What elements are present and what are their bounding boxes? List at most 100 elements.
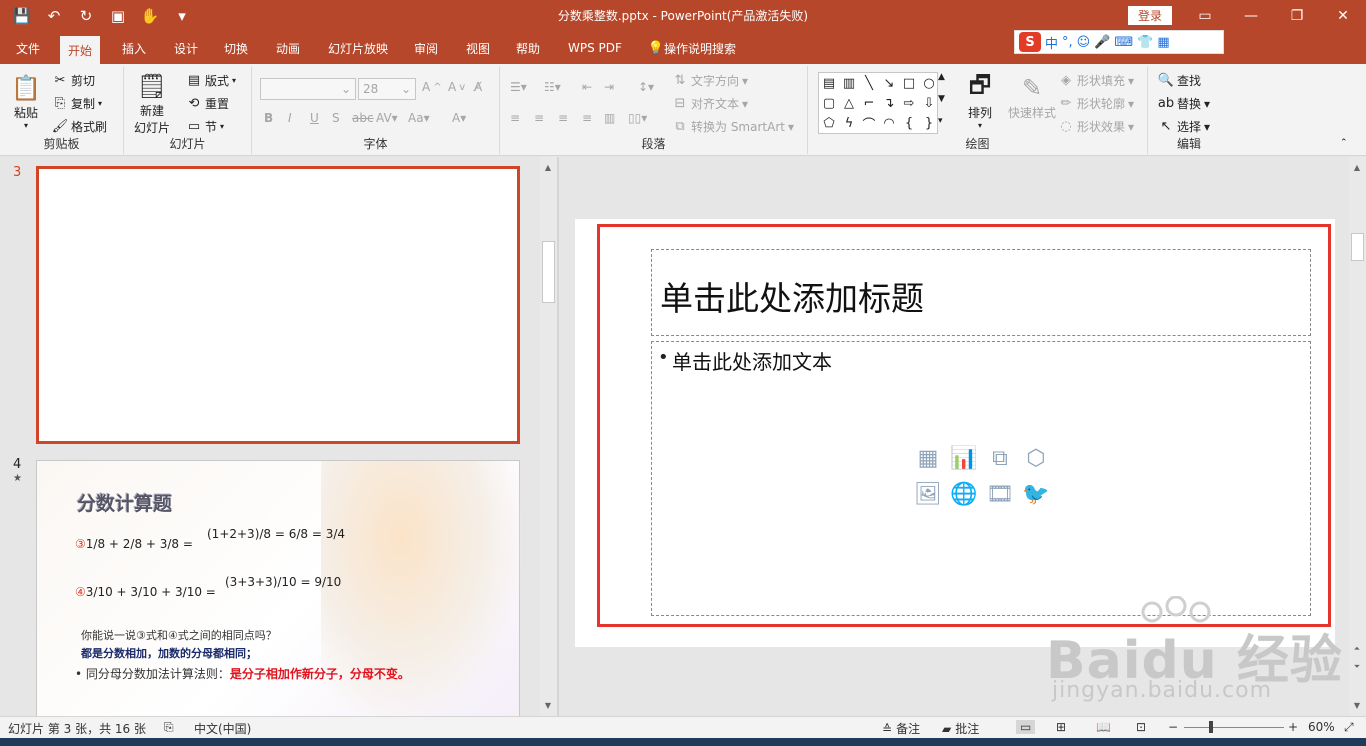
decrease-indent-icon[interactable]: ⇤ [582, 80, 592, 94]
scroll-down-icon[interactable]: ▼ [1351, 699, 1363, 711]
right-brace-icon[interactable]: } [919, 113, 939, 133]
triangle-icon[interactable]: △ [839, 93, 859, 113]
tab-slideshow[interactable]: 幻灯片放映 [320, 32, 396, 64]
find-button[interactable]: 🔍 查找 [1158, 72, 1201, 89]
tab-animations[interactable]: 动画 [268, 32, 308, 64]
next-slide-icon[interactable]: ⏷ [1351, 661, 1363, 673]
scroll-down-icon[interactable]: ▼ [542, 699, 554, 711]
scroll-thumb[interactable] [542, 241, 555, 303]
arc-icon[interactable]: ◠ [879, 113, 899, 133]
shapes-scroll-up-icon[interactable]: ▲ [938, 72, 945, 82]
down-arrow-icon[interactable]: ⇩ [919, 93, 939, 113]
scroll-up-icon[interactable]: ▲ [542, 161, 554, 173]
grow-font-icon[interactable]: A ^ [422, 80, 442, 94]
title-placeholder[interactable]: 单击此处添加标题 [651, 249, 1311, 336]
save-icon[interactable]: 💾 [8, 4, 36, 28]
arrange-button[interactable]: 🗗 排列 ▾ [964, 71, 996, 131]
zoom-level[interactable]: 60% [1308, 720, 1335, 734]
clear-format-icon[interactable]: A̸ [474, 80, 482, 94]
tab-review[interactable]: 审阅 [406, 32, 446, 64]
tab-wps-pdf[interactable]: WPS PDF [560, 32, 630, 64]
emoji-icon[interactable]: ☺ [1077, 35, 1091, 50]
slide-thumbnail-3[interactable] [36, 166, 520, 444]
justify-icon[interactable]: ≡ [582, 111, 592, 125]
shape-outline-button[interactable]: ✏ 形状轮廓 ▾ [1058, 95, 1135, 112]
content-placeholder[interactable]: • 单击此处添加文本 ▦ 📊 ⧉ ⬡ 🖼 🌐 🎞 🐦 [651, 341, 1311, 616]
numbering-icon[interactable]: ☷▾ [544, 80, 561, 94]
font-size-combo[interactable]: 28 ⌄ [358, 78, 416, 100]
accessibility-icon[interactable]: ⎘ [164, 720, 174, 735]
minimize-icon[interactable]: — [1228, 0, 1274, 32]
keyboard-icon[interactable]: ⌨ [1114, 35, 1133, 50]
tell-me-search[interactable]: 💡 操作说明搜索 [640, 32, 744, 64]
format-painter-button[interactable]: 🖌 格式刷 [52, 118, 107, 135]
skin-icon[interactable]: 👕 [1137, 35, 1153, 50]
language-indicator[interactable]: 中文(中国) [194, 720, 251, 737]
underline-icon[interactable]: U [310, 111, 319, 125]
ime-lang[interactable]: 中 [1045, 33, 1058, 52]
arrow-line-icon[interactable]: ↘ [879, 73, 899, 93]
reading-view-icon[interactable]: 📖 [1096, 720, 1111, 734]
tab-transitions[interactable]: 切换 [216, 32, 256, 64]
char-spacing-icon[interactable]: AV▾ [376, 111, 398, 125]
align-left-icon[interactable]: ≡ [510, 111, 520, 125]
elbow-connector-icon[interactable]: ⌐ [859, 93, 879, 113]
mic-icon[interactable]: 🎤 [1094, 35, 1110, 50]
columns-icon[interactable]: ▯▯▾ [628, 111, 647, 125]
slideshow-view-icon[interactable]: ⊡ [1136, 720, 1146, 734]
close-icon[interactable]: ✕ [1320, 0, 1366, 32]
right-arrow-icon[interactable]: ⇨ [899, 93, 919, 113]
align-right-icon[interactable]: ≡ [558, 111, 568, 125]
ribbon-display-icon[interactable]: ▭ [1182, 0, 1228, 32]
collapse-ribbon-icon[interactable]: ⌃ [1340, 138, 1348, 148]
insert-online-picture-icon[interactable]: 🌐 [946, 476, 982, 512]
login-button[interactable]: 登录 [1128, 6, 1172, 25]
tab-insert[interactable]: 插入 [114, 32, 154, 64]
slide-canvas[interactable]: 单击此处添加标题 • 单击此处添加文本 ▦ 📊 ⧉ ⬡ 🖼 🌐 🎞 🐦 [575, 219, 1335, 647]
shape-fill-button[interactable]: ◈ 形状填充 ▾ [1058, 72, 1134, 89]
insert-smartart-icon[interactable]: ⧉ [982, 440, 1018, 476]
bold-icon[interactable]: B [264, 111, 273, 125]
tab-design[interactable]: 设计 [166, 32, 206, 64]
comments-button[interactable]: ▰ 批注 [942, 720, 979, 737]
text-direction-button[interactable]: ⇅ 文字方向 ▾ [672, 72, 749, 89]
zoom-in-icon[interactable]: + [1288, 720, 1298, 734]
touch-mode-icon[interactable]: ✋ [136, 4, 164, 28]
redo-icon[interactable]: ↻ [72, 4, 100, 28]
slide-sorter-icon[interactable]: ⊞ [1056, 720, 1066, 734]
previous-slide-icon[interactable]: ⏶ [1351, 643, 1363, 655]
toolbox-icon[interactable]: ▦ [1157, 35, 1169, 50]
quick-styles-button[interactable]: ✎ 快速样式 [1008, 72, 1056, 121]
restore-icon[interactable]: ❐ [1274, 0, 1320, 32]
insert-table-icon[interactable]: ▦ [910, 440, 946, 476]
tab-help[interactable]: 帮助 [508, 32, 548, 64]
editor-scrollbar[interactable]: ▲ ⏶ ⏷ ▼ [1349, 157, 1366, 716]
shapes-scroll-down-icon[interactable]: ▼ [938, 94, 945, 104]
smartart-button[interactable]: ⧉ 转换为 SmartArt ▾ [672, 118, 794, 135]
shapes-gallery[interactable]: ▤ ▥ ╲ ↘ □ ○ ▢ △ ⌐ ↴ ⇨ ⇩ ⬠ ϟ ⌒ ◠{} [818, 72, 938, 134]
sogou-logo-icon[interactable]: S [1019, 32, 1041, 52]
left-brace-icon[interactable]: { [899, 113, 919, 133]
italic-icon[interactable]: I [288, 111, 292, 125]
new-slide-button[interactable]: 🗒 新建 幻灯片 [134, 70, 170, 136]
align-text-button[interactable]: ⊟ 对齐文本 ▾ [672, 95, 749, 112]
zoom-slider-thumb[interactable] [1209, 721, 1213, 733]
align-center-icon[interactable]: ≡ [534, 111, 544, 125]
replace-button[interactable]: ab 替换 ▾ [1158, 95, 1210, 112]
slide-thumbnail-4[interactable]: 分数计算题 ③1/8 + 2/8 + 3/8 = (1+2+3)/8 = 6/8… [36, 460, 521, 716]
shape-effects-button[interactable]: ◌ 形状效果 ▾ [1058, 118, 1134, 135]
normal-view-icon[interactable]: ▭ [1016, 720, 1036, 734]
curve-icon[interactable]: ⌒ [859, 113, 879, 133]
rounded-rect-icon[interactable]: ▢ [819, 93, 839, 113]
thumbnail-scrollbar[interactable]: ▲ ▼ [540, 157, 557, 716]
insert-video-icon[interactable]: 🎞 [982, 476, 1018, 512]
insert-3d-model-icon[interactable]: ⬡ [1018, 440, 1054, 476]
insert-chart-icon[interactable]: 📊 [946, 440, 982, 476]
strikethrough-icon[interactable]: abc [352, 111, 374, 125]
shrink-font-icon[interactable]: Av [448, 80, 465, 94]
shadow-icon[interactable]: S [332, 111, 340, 125]
notes-button[interactable]: ≙ 备注 [882, 720, 920, 737]
tab-home[interactable]: 开始 [60, 36, 101, 64]
bullets-icon[interactable]: ☰▾ [510, 80, 527, 94]
undo-icon[interactable]: ↶ [40, 4, 68, 28]
